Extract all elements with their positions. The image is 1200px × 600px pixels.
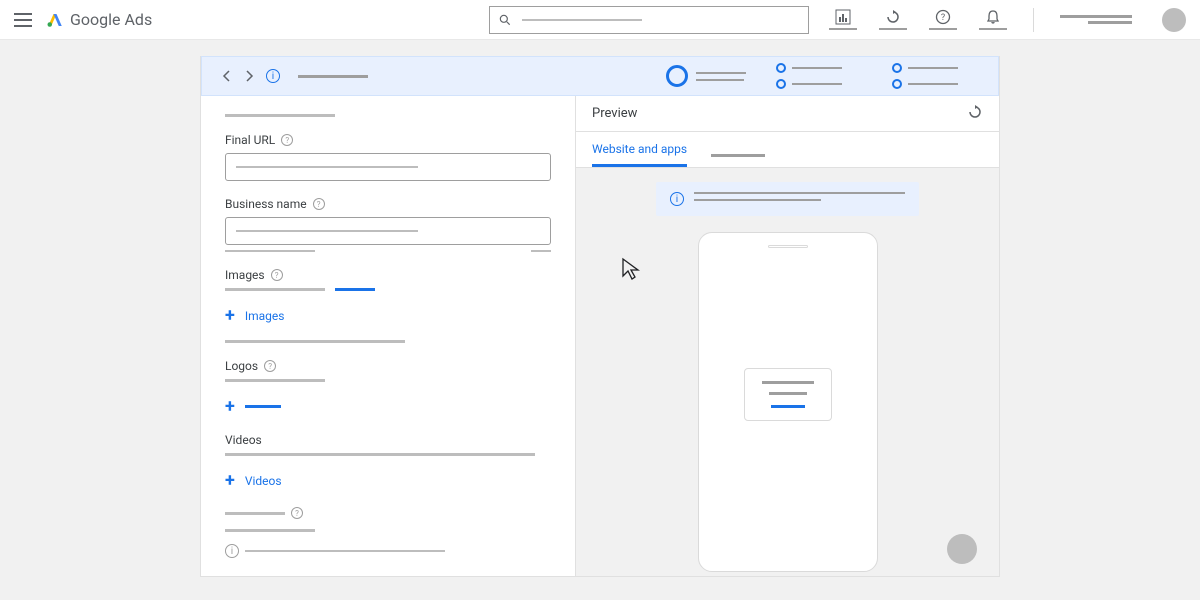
add-videos-button[interactable]: +Videos — [225, 470, 551, 491]
top-header: Google Ads ? — [0, 0, 1200, 40]
videos-subline — [225, 453, 535, 456]
help-icon[interactable]: ? — [313, 198, 325, 210]
helper-row — [225, 250, 551, 252]
cursor-icon — [620, 256, 646, 286]
plus-icon: + — [225, 305, 235, 326]
help-icon[interactable]: ? — [281, 134, 293, 146]
bar-chart-icon — [835, 9, 851, 25]
logos-label: Logos? — [225, 359, 551, 373]
business-name-input[interactable] — [225, 217, 551, 245]
phone-speaker — [768, 245, 808, 248]
preview-header: Preview — [576, 96, 999, 132]
help-icon[interactable]: ? — [291, 507, 303, 519]
info-icon: i — [670, 192, 684, 206]
fab-placeholder[interactable] — [947, 534, 977, 564]
tab-website-apps[interactable]: Website and apps — [592, 142, 687, 167]
content-split: Final URL? Business name? Images? +Image… — [201, 96, 999, 576]
ad-card-placeholder — [744, 368, 832, 421]
help-icon[interactable]: ? — [264, 360, 276, 372]
plus-icon: + — [225, 470, 235, 491]
chevron-left-icon[interactable] — [222, 67, 232, 86]
reports-button[interactable] — [829, 9, 857, 30]
preview-title: Preview — [592, 106, 637, 121]
step-ring-icon — [892, 63, 902, 73]
product-name: Google Ads — [70, 10, 152, 29]
svg-text:?: ? — [941, 13, 945, 23]
images-helper — [225, 340, 405, 343]
logos-subline — [225, 379, 325, 382]
header-actions: ? — [829, 8, 1186, 32]
step-group-3[interactable] — [892, 63, 958, 89]
step-label — [298, 75, 368, 78]
divider — [1033, 8, 1034, 32]
form-column: Final URL? Business name? Images? +Image… — [201, 96, 576, 576]
add-logos-button[interactable]: + — [225, 396, 551, 417]
final-url-label: Final URL? — [225, 133, 551, 147]
workspace: i Final — [0, 40, 1200, 577]
refresh-button[interactable] — [879, 9, 907, 30]
step-current-icon — [666, 65, 688, 87]
plus-icon: + — [225, 396, 235, 417]
business-name-label: Business name? — [225, 197, 551, 211]
user-avatar[interactable] — [1162, 8, 1186, 32]
step-group-2[interactable] — [776, 63, 842, 89]
info-banner: i — [656, 182, 919, 216]
step-ring-icon — [776, 63, 786, 73]
help-icon: ? — [935, 9, 951, 25]
section-heading — [225, 114, 335, 117]
images-tabs — [225, 288, 551, 291]
images-label: Images? — [225, 268, 551, 282]
tab-placeholder[interactable] — [711, 154, 765, 157]
preview-column: Preview Website and apps i — [576, 96, 999, 576]
info-icon[interactable]: i — [225, 544, 239, 558]
product-logo[interactable]: Google Ads — [46, 10, 152, 29]
step-nav: i — [222, 67, 368, 86]
campaign-panel: i Final — [200, 56, 1000, 577]
add-images-button[interactable]: +Images — [225, 305, 551, 326]
search-placeholder — [522, 19, 642, 21]
step-ring-icon — [892, 79, 902, 89]
refresh-icon — [885, 9, 901, 25]
stepper-bar: i — [201, 56, 999, 96]
info-icon[interactable]: i — [266, 69, 280, 83]
ads-logo-icon — [46, 11, 64, 29]
helper-line — [225, 529, 315, 532]
step-ring-icon — [776, 79, 786, 89]
bell-icon — [985, 9, 1001, 25]
final-url-input[interactable] — [225, 153, 551, 181]
help-icon[interactable]: ? — [271, 269, 283, 281]
menu-icon[interactable] — [14, 13, 32, 27]
search-icon — [498, 13, 512, 27]
preview-tabs: Website and apps — [576, 132, 999, 168]
videos-label: Videos — [225, 433, 551, 447]
account-info[interactable] — [1060, 15, 1132, 24]
chevron-right-icon[interactable] — [244, 67, 254, 86]
search-input[interactable] — [489, 6, 809, 34]
phone-mockup — [698, 232, 878, 572]
help-button[interactable]: ? — [929, 9, 957, 30]
refresh-preview-button[interactable] — [967, 104, 983, 124]
notifications-button[interactable] — [979, 9, 1007, 30]
